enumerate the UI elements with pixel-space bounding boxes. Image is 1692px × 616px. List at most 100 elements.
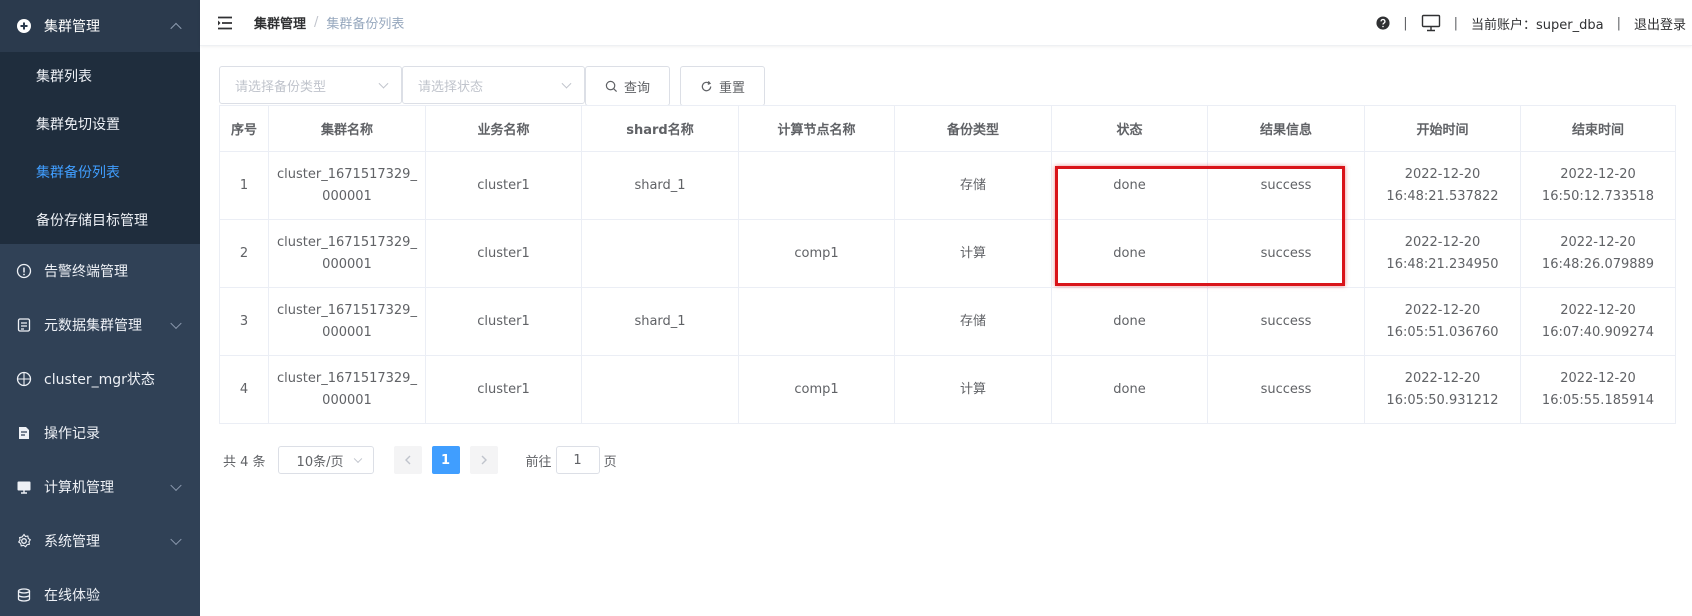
logout-link[interactable]: 退出登录 [1634,14,1686,33]
cell-index: 1 [219,151,269,220]
breadcrumb: 集群管理 / 集群备份列表 [254,13,404,32]
sidebar-item-label: 在线体验 [44,588,100,604]
search-icon [605,80,618,93]
submenu-item-backup-storage[interactable]: 备份存储目标管理 [0,196,200,244]
menu-fold-icon[interactable] [216,14,234,32]
fullscreen-monitor-icon[interactable] [1421,14,1441,32]
status-select[interactable]: 请选择状态 [402,66,585,104]
cell-end-time: 2022-12-20 16:50:12.733518 [1520,151,1676,220]
query-button[interactable]: 查询 [585,66,670,106]
cell-shard-name: shard_1 [581,151,739,220]
cell-compute-node: comp1 [738,355,895,424]
gear-icon [16,533,32,549]
prev-page-button[interactable] [393,446,422,474]
cell-shard-name [581,355,739,424]
sidebar-item-system[interactable]: 系统管理 [0,514,200,568]
sidebar-item-cluster-mgr[interactable]: cluster_mgr状态 [0,352,200,406]
info-circle-icon [16,263,32,279]
breadcrumb-cluster-management[interactable]: 集群管理 [254,13,306,32]
column-header: 业务名称 [425,105,582,152]
breadcrumb-separator: / [314,15,319,30]
cell-business-name: cluster1 [425,287,582,356]
pagination: 共 4 条 10条/页 1 前往 1 页 [223,446,617,474]
cell-compute-node: comp1 [738,219,895,288]
cell-compute-node [738,151,895,220]
cell-result: success [1207,355,1365,424]
chevron-down-icon [170,317,182,330]
cell-backup-type: 计算 [894,219,1052,288]
submenu-item-cluster-switch[interactable]: 集群免切设置 [0,100,200,148]
monitor-icon [16,479,32,495]
column-header: 开始时间 [1364,105,1521,152]
header-right: | | 当前账户：super_dba | 退出登录 [1376,0,1686,46]
filter-bar: 请选择备份类型 请选择状态 查询 重置 [219,66,765,106]
table-row: 3 cluster_1671517329_000001 cluster1 sha… [219,287,1676,356]
backup-table: 序号 集群名称 业务名称 shard名称 计算节点名称 备份类型 状态 结果信息… [219,105,1676,424]
cell-result: success [1207,287,1365,356]
cell-start-time: 2022-12-20 16:05:50.931212 [1364,355,1521,424]
cell-status: done [1051,219,1208,288]
header-divider: | [1403,15,1408,31]
cell-cluster-name: cluster_1671517329_000001 [268,151,426,220]
sidebar-item-operation-log[interactable]: 操作记录 [0,406,200,460]
chevron-down-icon [561,78,572,89]
sidebar-item-label: 元数据集群管理 [44,318,142,334]
chevron-down-icon [170,533,182,546]
sidebar: 集群管理 集群列表 集群免切设置 集群备份列表 备份存储目标管理 告警终端管理 … [0,0,200,616]
column-header: 备份类型 [894,105,1052,152]
cell-result: success [1207,219,1365,288]
sidebar-item-metadata[interactable]: 元数据集群管理 [0,298,200,352]
sidebar-item-online-trial[interactable]: 在线体验 [0,568,200,616]
chevron-down-icon [353,454,362,464]
database-icon [16,587,32,603]
chevron-right-icon [481,455,487,465]
sidebar-item-label: 计算机管理 [44,480,114,496]
goto-page-input[interactable]: 1 [555,446,600,474]
cell-shard-name: shard_1 [581,287,739,356]
backup-type-placeholder: 请选择备份类型 [235,79,327,95]
cell-shard-name [581,219,739,288]
next-page-button[interactable] [469,446,498,474]
cell-business-name: cluster1 [425,219,582,288]
sidebar-item-computer[interactable]: 计算机管理 [0,460,200,514]
table-row: 2 cluster_1671517329_000001 cluster1 com… [219,219,1676,288]
table-row: 1 cluster_1671517329_000001 cluster1 sha… [219,151,1676,220]
submenu-item-cluster-list[interactable]: 集群列表 [0,52,200,100]
chevron-left-icon [404,455,411,465]
cell-result: success [1207,151,1365,220]
menu-group-label: 集群管理 [44,19,100,35]
table-row: 4 cluster_1671517329_000001 cluster1 com… [219,355,1676,424]
reset-label: 重置 [718,80,745,96]
top-header: 集群管理 / 集群备份列表 | | 当前账户：super_dba | 退出登录 [200,0,1692,46]
goto-suffix: 页 [603,454,617,470]
cell-business-name: cluster1 [425,355,582,424]
cell-cluster-name: cluster_1671517329_000001 [268,287,426,356]
column-header: 结束时间 [1520,105,1676,152]
sidebar-item-alarm[interactable]: 告警终端管理 [0,244,200,298]
column-header: 结果信息 [1207,105,1365,152]
menu-group-cluster-management[interactable]: 集群管理 [0,0,200,52]
status-placeholder: 请选择状态 [418,79,484,95]
column-header: 集群名称 [268,105,426,152]
page-size-select[interactable]: 10条/页 [277,446,374,474]
refresh-icon [700,80,713,93]
plus-circle-icon [16,18,32,34]
cell-end-time: 2022-12-20 16:48:26.079889 [1520,219,1676,288]
backup-type-select[interactable]: 请选择备份类型 [219,66,402,104]
table-header-row: 序号 集群名称 业务名称 shard名称 计算节点名称 备份类型 状态 结果信息… [219,105,1676,152]
column-header: 计算节点名称 [738,105,895,152]
edit-document-icon [16,425,32,441]
help-icon[interactable] [1376,16,1390,30]
chevron-up-icon [170,22,182,35]
submenu-item-cluster-backup-list[interactable]: 集群备份列表 [0,148,200,196]
cell-status: done [1051,151,1208,220]
page-size-value: 10条/页 [296,454,344,470]
goto-prefix: 前往 [525,454,552,470]
sidebar-item-label: 操作记录 [44,426,100,442]
document-icon [16,317,32,333]
page-number-current[interactable]: 1 [431,446,460,474]
cell-start-time: 2022-12-20 16:48:21.537822 [1364,151,1521,220]
cell-index: 4 [219,355,269,424]
cell-index: 3 [219,287,269,356]
reset-button[interactable]: 重置 [680,66,765,106]
